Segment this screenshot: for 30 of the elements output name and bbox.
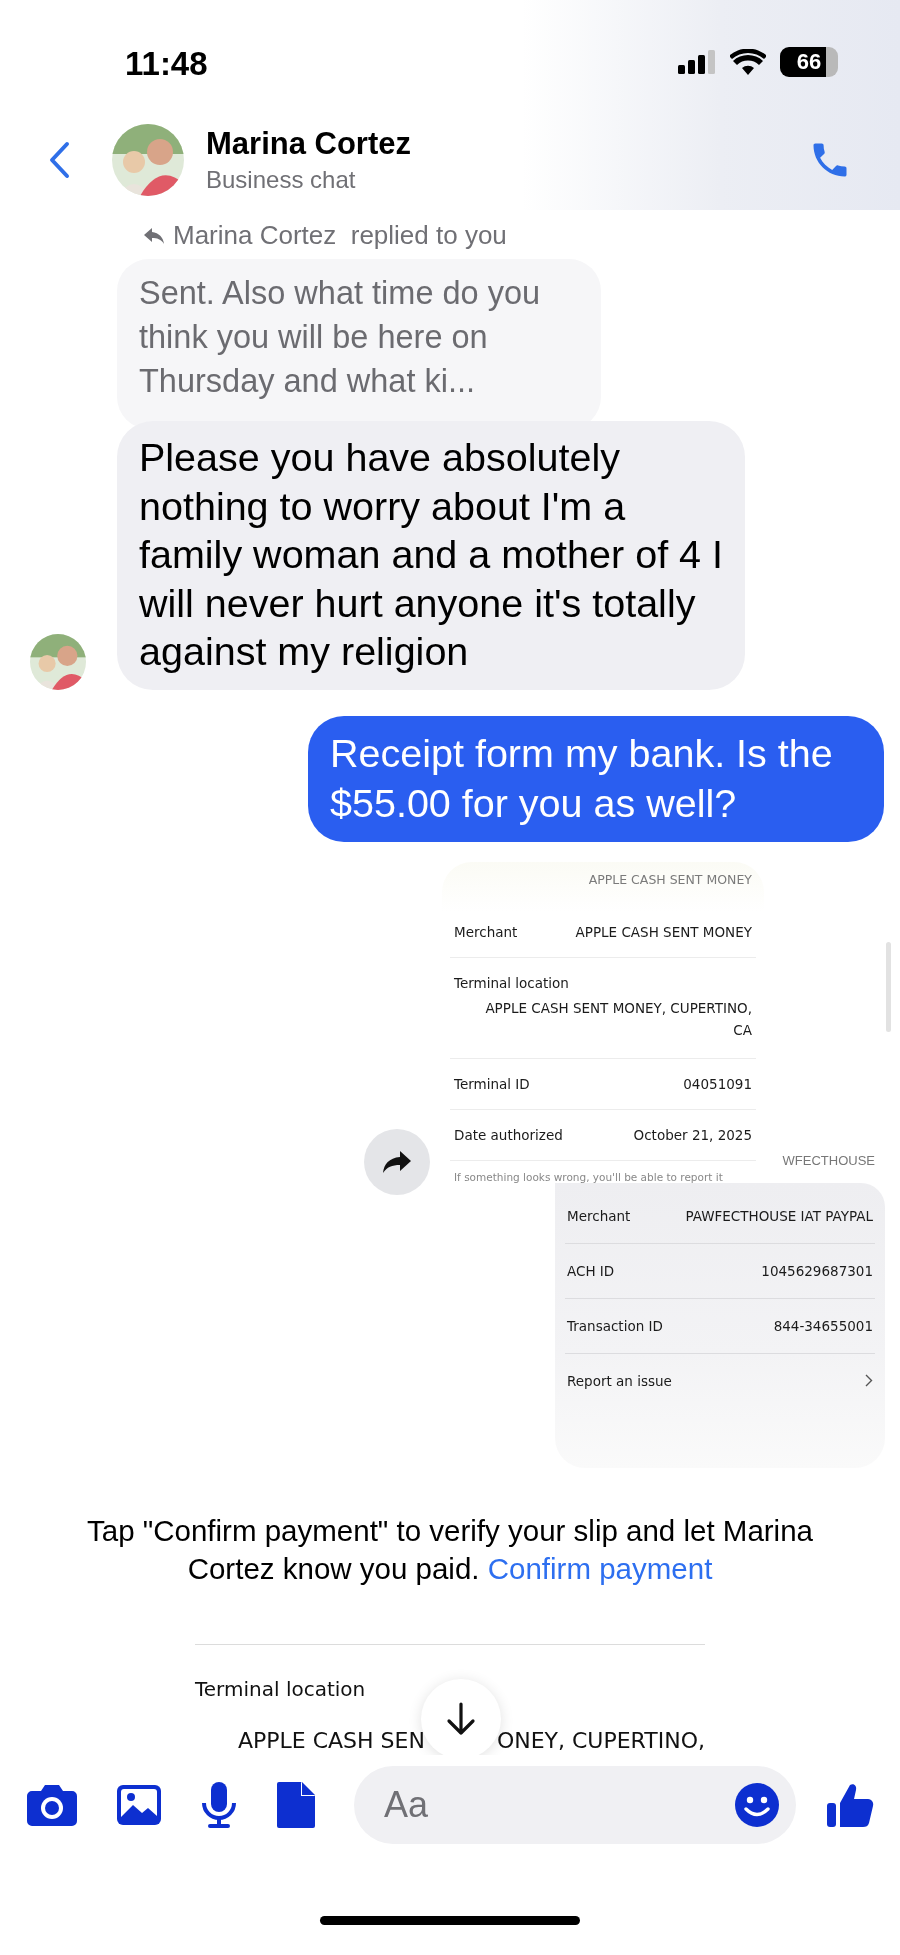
receipt-label: Terminal location (454, 974, 570, 991)
incoming-message: Please you have absolutely nothing to worry about I'm a family woman and a mother of 4 I will never hurt anyone it's totally against my religion (117, 421, 745, 690)
receipt-value: APPLE CASH SEN (237, 1727, 425, 1753)
receipt-label: Terminal ID (454, 1075, 530, 1092)
receipt-value: October 21, 2025 (633, 1126, 752, 1143)
receipt-label: ACH ID (567, 1262, 615, 1279)
receipt-value: 1045629687301 (761, 1262, 873, 1279)
contact-name: Marina Cortez (206, 126, 412, 162)
receipt-value: APPLE CASH SENT MONEY (575, 923, 752, 940)
receipt-value: PAWFECTHOUSE IAT PAYPAL (685, 1207, 873, 1224)
status-time: 11:48 (125, 44, 208, 83)
receipt-value: 844-34655001 (773, 1317, 873, 1334)
reply-label: Marina Cortez replied to you (173, 220, 507, 251)
confirm-payment-link[interactable]: Confirm payment (487, 1551, 713, 1585)
receipt-value: APPLE CASH SENT MONEY, CUPERTINO, CA (484, 998, 752, 1040)
chat-type-label: Business chat (206, 166, 357, 194)
receipt-value: ONEY, CUPERTINO, (496, 1727, 705, 1753)
message-input[interactable]: Aa (354, 1766, 796, 1844)
receipt-label: Terminal location (195, 1676, 366, 1701)
receipt-header: WFECTHOUSE (782, 1152, 875, 1168)
receipt-label: Merchant (454, 923, 518, 940)
confirm-notice: Tap "Confirm payment" to verify your slip and let Marina Cortez know you paid. Confirm payment (86, 1512, 814, 1587)
receipt-value: 04051091 (683, 1075, 752, 1092)
receipt-footnote: If something looks wrong, you'll be able to report it (453, 1169, 724, 1185)
receipt-label: Date authorized (454, 1126, 563, 1143)
receipt-header: APPLE CASH SENT MONEY (587, 870, 753, 889)
battery-icon: 66 (780, 47, 838, 77)
receipt-label: Merchant (567, 1207, 631, 1224)
receipt-label: Transaction ID (567, 1317, 663, 1334)
outgoing-message: Receipt form my bank. Is the $55.00 for you as well? (308, 715, 884, 842)
